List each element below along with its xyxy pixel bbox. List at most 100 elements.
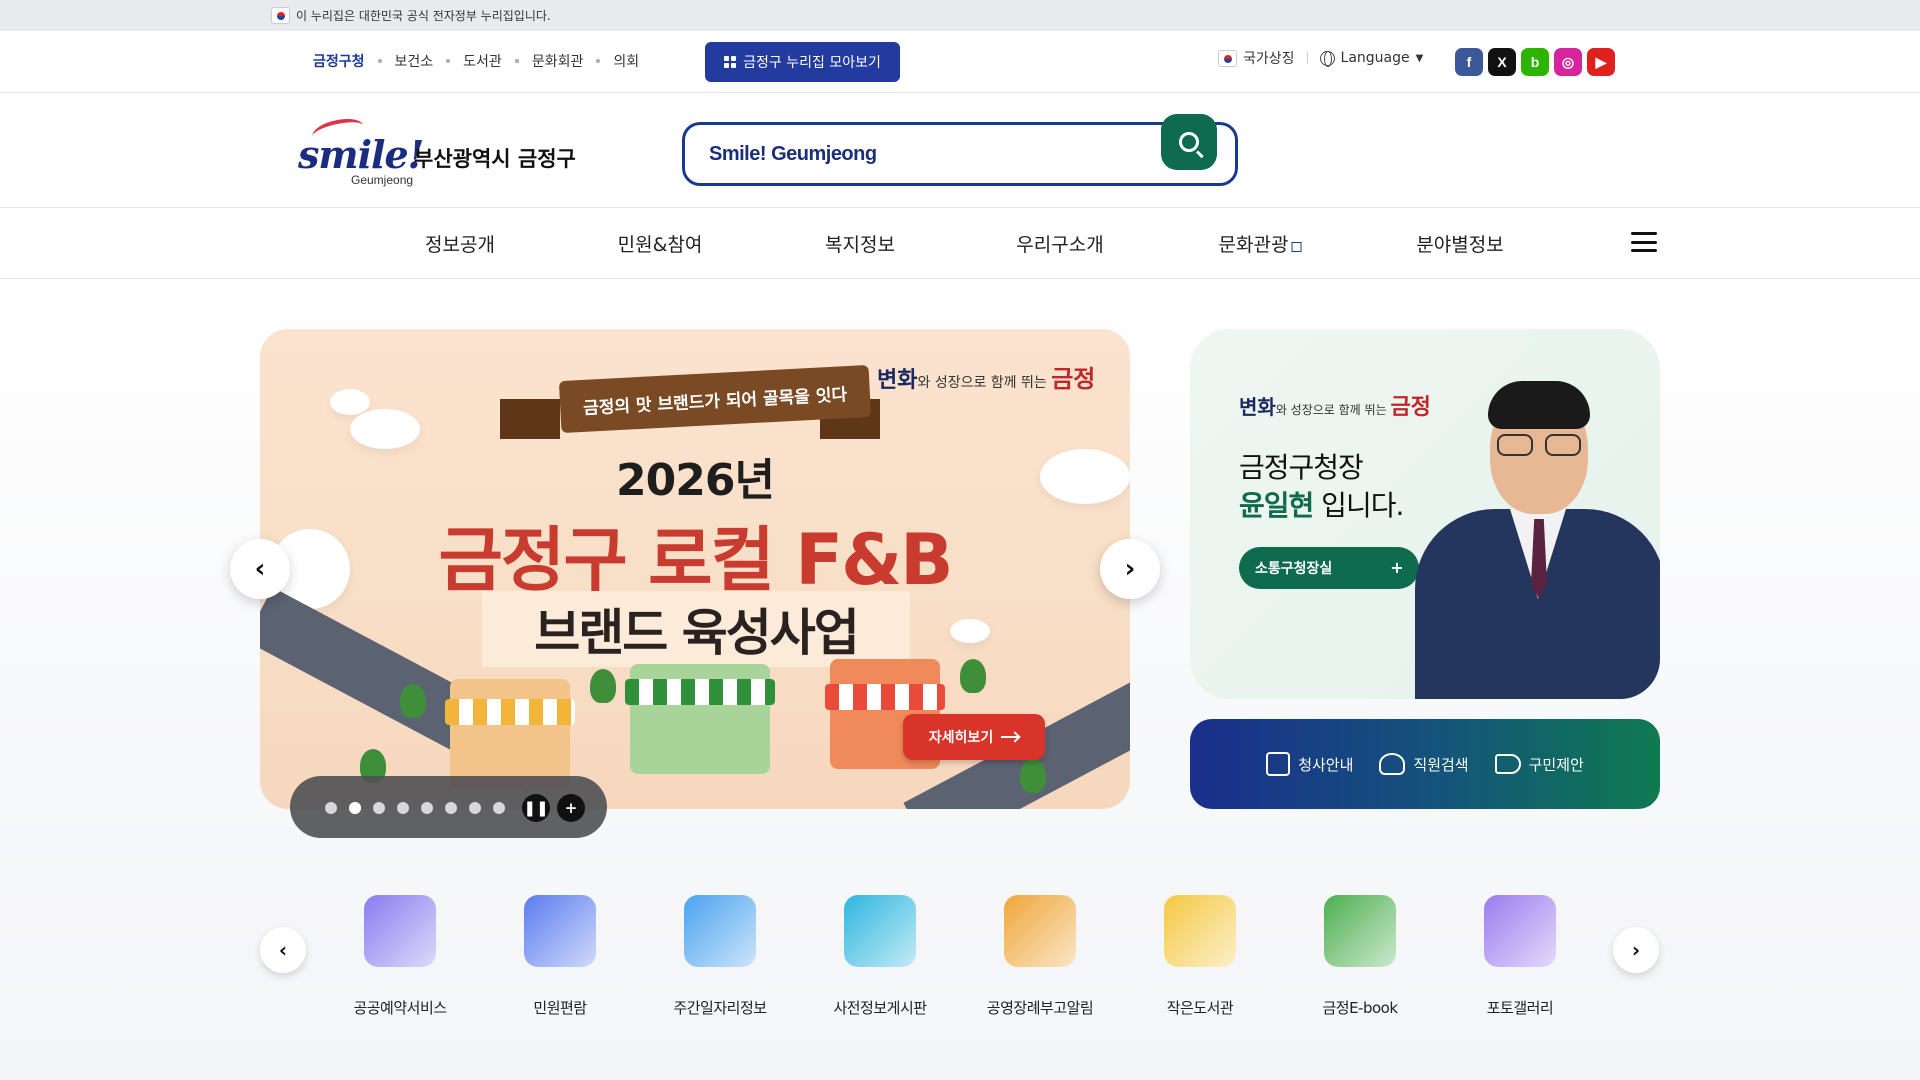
site-link-library[interactable]: 도서관 — [450, 51, 515, 71]
logo-wordmark: smile! — [298, 132, 424, 177]
slide-dot[interactable] — [493, 802, 505, 814]
mayor-title: 금정구청장 윤일현 입니다. — [1239, 449, 1404, 525]
instagram-icon[interactable]: ◎ — [1554, 48, 1582, 76]
mayor-card: 변화와 성장으로 함께 뛰는 금정 금정구청장 윤일현 입니다. 소통구청장실 … — [1190, 329, 1660, 699]
awning-illustration — [445, 699, 575, 725]
quick-link-citizen-proposal[interactable]: 구민제안 — [1494, 754, 1584, 775]
collect-sites-button[interactable]: 금정구 누리집 모아보기 — [705, 42, 900, 82]
slide-dot[interactable] — [445, 802, 457, 814]
nav-civil-participation[interactable]: 민원&참여 — [618, 230, 703, 257]
mayor-office-label: 소통구청장실 — [1255, 561, 1333, 577]
utility-bar: 금정구청 보건소 도서관 문화회관 의회 금정구 누리집 모아보기 국가상징 L… — [0, 31, 1920, 93]
magnifier-book-icon — [524, 895, 596, 967]
slide-dot[interactable] — [421, 802, 433, 814]
language-selector[interactable]: Language — [1341, 50, 1410, 66]
banner-prev-button[interactable]: ‹ — [230, 539, 290, 599]
service-item[interactable]: 금정E-book — [1285, 895, 1435, 1018]
caret-down-icon: ▼ — [1415, 52, 1424, 64]
mayor-slogan: 변화와 성장으로 함께 뛰는 금정 — [1239, 395, 1431, 420]
service-item[interactable]: 민원편람 — [485, 895, 635, 1018]
arrow-right-icon — [1001, 736, 1020, 738]
quick-link-building-guide[interactable]: 청사안내 — [1266, 752, 1353, 776]
chevron-left-icon: ‹ — [254, 554, 266, 584]
chevron-right-icon: › — [1631, 938, 1641, 962]
nav-culture-tourism[interactable]: 문화관광 — [1219, 230, 1302, 257]
tree-illustration — [960, 659, 986, 693]
banner-next-button[interactable]: › — [1100, 539, 1160, 599]
banner-detail-button[interactable]: 자세히보기 — [903, 714, 1045, 760]
pause-icon: ❚❚ — [523, 799, 549, 817]
mayor-photo — [1415, 369, 1660, 699]
nav-field-info[interactable]: 분야별정보 — [1416, 230, 1503, 257]
nav-culture-tourism-label: 문화관광 — [1218, 234, 1289, 256]
service-item[interactable]: 포토갤러리 — [1445, 895, 1595, 1018]
banner-headline: 금정구 로컬 F&B — [438, 519, 954, 601]
services-prev-button[interactable]: ‹ — [260, 927, 306, 973]
slide-dot[interactable] — [397, 802, 409, 814]
service-label: 공공예약서비스 — [353, 999, 447, 1017]
plus-icon: + — [1390, 558, 1404, 577]
x-icon[interactable]: X — [1488, 48, 1516, 76]
chevron-right-icon: › — [1124, 554, 1136, 584]
site-link-culture-hall[interactable]: 문화회관 — [519, 51, 597, 71]
bell-icon — [1004, 895, 1076, 967]
site-header: smile! Geumjeong 부산광역시 금정구 Smile! Geumje… — [0, 93, 1920, 208]
slide-indicators — [325, 802, 505, 814]
banner-year: 2026년 — [616, 455, 775, 506]
search-icon — [1179, 132, 1199, 152]
main-banner[interactable]: 금정의 맛 브랜드가 되어 골목을 잇다 변화와 성장으로 함께 뛰는 금정 2… — [260, 329, 1130, 809]
quick-link-staff-search[interactable]: 직원검색 — [1379, 753, 1469, 775]
banner-slogan: 변화와 성장으로 함께 뛰는 금정 — [877, 365, 1096, 393]
tree-illustration — [590, 669, 616, 703]
site-link-council[interactable]: 의회 — [600, 51, 652, 71]
service-label: 포토갤러리 — [1486, 999, 1554, 1017]
services-next-button[interactable]: › — [1613, 927, 1659, 973]
nav-welfare[interactable]: 복지정보 — [825, 230, 895, 257]
plus-icon: + — [564, 799, 578, 817]
gov-banner: 이 누리집은 대한민국 공식 전자정부 누리집입니다. — [0, 0, 1920, 31]
facebook-icon[interactable]: f — [1455, 48, 1483, 76]
external-link-icon — [1291, 242, 1302, 252]
nav-about[interactable]: 우리구소개 — [1016, 230, 1103, 257]
slide-dot[interactable] — [469, 802, 481, 814]
logo-subtitle: Geumjeong — [351, 173, 414, 187]
service-label: 주간일자리정보 — [673, 999, 767, 1017]
site-link-health-center[interactable]: 보건소 — [382, 51, 447, 71]
site-link-district-office[interactable]: 금정구청 — [300, 51, 378, 71]
quick-links: 청사안내 직원검색 구민제안 — [1190, 719, 1660, 809]
service-item[interactable]: 작은도서관 — [1125, 895, 1275, 1018]
banner-subheadline: 브랜드 육성사업 — [482, 591, 910, 667]
search-box[interactable]: Smile! Geumjeong — [682, 122, 1238, 186]
awning-illustration — [825, 684, 945, 710]
service-item[interactable]: 공공예약서비스 — [325, 895, 475, 1018]
main-navigation: 정보공개 민원&참여 복지정보 우리구소개 문화관광 분야별정보 — [0, 208, 1920, 279]
cloud-decoration — [950, 619, 990, 643]
mayor-office-button[interactable]: 소통구청장실 + — [1239, 547, 1419, 589]
service-item[interactable]: 공영장례부고알림 — [965, 895, 1115, 1018]
site-links: 금정구청 보건소 도서관 문화회관 의회 — [300, 51, 652, 71]
awning-illustration — [625, 679, 775, 705]
service-item[interactable]: 사전정보게시판 — [805, 895, 955, 1018]
globe-icon — [1319, 50, 1335, 67]
search-input[interactable]: Smile! Geumjeong — [709, 143, 877, 166]
slide-dot[interactable] — [349, 802, 361, 814]
pause-button[interactable]: ❚❚ — [522, 794, 550, 822]
building-illustration — [450, 679, 570, 789]
quick-link-label: 청사안내 — [1298, 755, 1354, 774]
site-logo[interactable]: smile! Geumjeong 부산광역시 금정구 — [298, 114, 588, 188]
youtube-icon[interactable]: ▶ — [1587, 48, 1615, 76]
band-icon[interactable]: b — [1521, 48, 1549, 76]
calendar-icon — [364, 895, 436, 967]
slide-controls: ❚❚ + — [290, 776, 607, 838]
service-item[interactable]: 주간일자리정보 — [645, 895, 795, 1018]
ribbon-tail — [500, 399, 560, 439]
people-icon — [1379, 753, 1406, 775]
search-button[interactable] — [1161, 114, 1217, 170]
national-symbol-link[interactable]: 국가상징 — [1243, 48, 1295, 68]
slide-dot[interactable] — [373, 802, 385, 814]
more-slides-button[interactable]: + — [557, 794, 585, 822]
slide-dot[interactable] — [325, 802, 337, 814]
id-badge-icon — [684, 895, 756, 967]
nav-info-disclosure[interactable]: 정보공개 — [425, 230, 495, 257]
menu-icon[interactable] — [1631, 232, 1657, 252]
